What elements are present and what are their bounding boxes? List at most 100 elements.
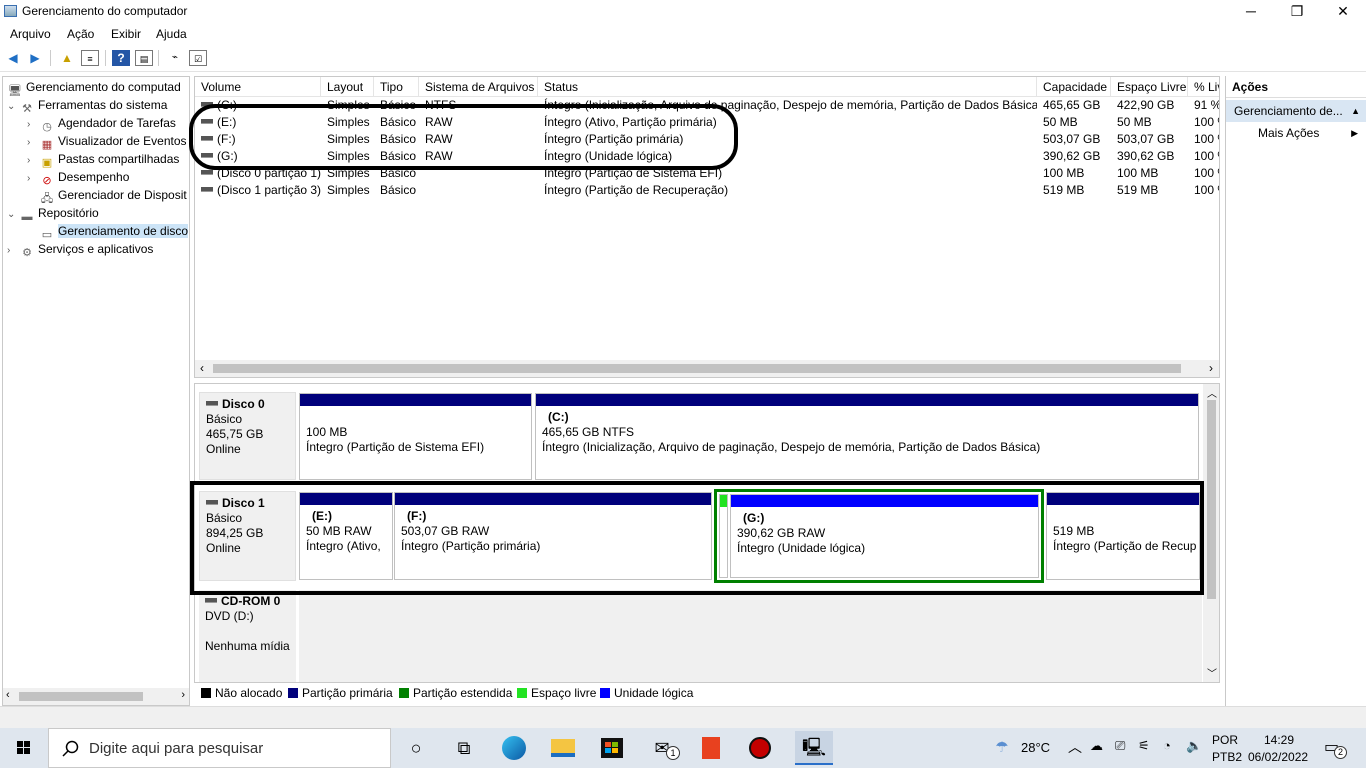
maximize-button[interactable]: ❐	[1274, 0, 1320, 24]
scroll-up-icon[interactable]: ︿	[1207, 385, 1217, 400]
legend-extended: Partição estendida	[399, 686, 512, 700]
connect-icon[interactable]: ⌁	[166, 50, 184, 66]
actions-section-disk-management[interactable]: Gerenciamento de... ▲	[1226, 100, 1366, 122]
tree-item-task-scheduler[interactable]: › ◷ Agendador de Tarefas	[27, 114, 176, 133]
chevron-right-icon[interactable]: ›	[7, 242, 19, 260]
cell-capacity: 503,07 GB	[1043, 132, 1101, 146]
up-folder-icon[interactable]: ▲	[58, 50, 76, 66]
chevron-down-icon[interactable]: ⌄	[7, 206, 19, 224]
tree-item-shared-folders[interactable]: › ▣ Pastas compartilhadas	[27, 150, 179, 169]
close-button[interactable]: ✕	[1320, 0, 1366, 24]
minimize-button[interactable]: ─	[1228, 0, 1274, 24]
chevron-down-icon[interactable]: ⌄	[7, 98, 19, 116]
tree-item-event-viewer[interactable]: › ▦ Visualizador de Eventos	[27, 132, 187, 151]
mail-icon[interactable]: ✉ 1	[648, 734, 680, 762]
collapse-up-icon[interactable]: ▲	[1351, 100, 1360, 122]
menu-acao[interactable]: Ação	[67, 27, 94, 41]
toolbar-divider	[105, 50, 106, 66]
legend-free-space: Espaço livre	[517, 686, 596, 700]
scroll-left-icon[interactable]: ‹	[200, 361, 204, 375]
column-header-status[interactable]: Status	[538, 77, 1037, 97]
search-box[interactable]: Digite aqui para pesquisar	[48, 728, 391, 768]
edge-browser-icon[interactable]	[500, 734, 528, 762]
tree-item-performance[interactable]: › ⊘ Desempenho	[27, 168, 129, 188]
menu-arquivo[interactable]: Arquivo	[10, 27, 51, 41]
scroll-thumb[interactable]	[213, 364, 1181, 373]
disk-0-efi-partition[interactable]: 100 MB Íntegro (Partição de Sistema EFI)	[299, 393, 532, 480]
column-header-volume[interactable]: Volume	[195, 77, 321, 97]
column-header-percent-free[interactable]: % Liv	[1188, 77, 1219, 97]
primary-partition-bar	[300, 394, 531, 406]
tree-item-disk-management[interactable]: ▭ Gerenciamento de disco	[39, 222, 189, 241]
scroll-thumb[interactable]	[19, 692, 143, 701]
clock-date[interactable]: 06/02/2022	[1248, 750, 1308, 764]
actions-header: Ações	[1226, 76, 1366, 98]
tree-item-device-manager[interactable]: 🖧 Gerenciador de Disposit	[39, 186, 187, 205]
scroll-right-icon[interactable]: ›	[181, 689, 185, 701]
column-header-type[interactable]: Tipo	[374, 77, 419, 97]
window-title: Gerenciamento do computador	[22, 4, 188, 18]
menu-ajuda[interactable]: Ajuda	[156, 27, 187, 41]
more-actions-item[interactable]: Mais Ações ▶	[1226, 122, 1366, 144]
chevron-up-icon[interactable]: ︿	[1068, 737, 1082, 757]
table-row[interactable]: (Disco 1 partição 3) Simples Básico Íntegro…	[195, 182, 1219, 199]
office-icon[interactable]	[697, 734, 725, 762]
volume-icon	[201, 187, 213, 193]
tree-item-system-tools[interactable]: ⌄ ⚒ Ferramentas do sistema	[7, 96, 167, 116]
help-icon[interactable]: ?	[112, 50, 130, 66]
volume-icon[interactable]: 🔈	[1186, 738, 1202, 754]
language-code[interactable]: POR	[1212, 733, 1238, 747]
cell-percent-free: 100 %	[1194, 149, 1219, 163]
computer-management-taskbar-icon[interactable]: 🖳	[795, 731, 833, 765]
primary-partition-bar	[536, 394, 1198, 406]
cell-percent-free: 100 %	[1194, 132, 1219, 146]
store-icon[interactable]	[598, 734, 626, 762]
partition-legend: Não alocado Partição primária Partição e…	[194, 684, 1220, 702]
cell-capacity: 519 MB	[1043, 183, 1085, 197]
horizontal-scrollbar[interactable]: ‹ ›	[195, 360, 1219, 377]
scroll-thumb[interactable]	[1207, 400, 1216, 599]
scroll-down-icon[interactable]: ﹀	[1207, 665, 1217, 680]
cdrom-0-label[interactable]: CD-ROM 0 DVD (D:) Nenhuma mídia	[199, 590, 296, 682]
security-app-icon[interactable]	[746, 734, 774, 762]
column-header-filesystem[interactable]: Sistema de Arquivos	[419, 77, 538, 97]
scroll-left-icon[interactable]: ‹	[6, 689, 10, 701]
disk-0-label[interactable]: Disco 0 Básico 465,75 GB Online	[199, 392, 296, 480]
clock-time[interactable]: 14:29	[1264, 733, 1294, 747]
disk-0-c-partition[interactable]: (C:) 465,65 GB NTFS Íntegro (Inicialização…	[535, 393, 1199, 480]
volume-list-header: Volume Layout Tipo Sistema de Arquivos S…	[195, 77, 1219, 97]
tree-item-services-apps[interactable]: › ⚙ Serviços e aplicativos	[7, 240, 153, 260]
horizontal-scrollbar[interactable]: ‹ ›	[3, 688, 189, 705]
keyboard-layout[interactable]: PTB2	[1212, 750, 1242, 764]
cortana-icon[interactable]: ○	[402, 734, 430, 762]
temperature-label[interactable]: 28°C	[1021, 740, 1050, 755]
search-icon	[62, 740, 79, 757]
onedrive-icon[interactable]: ☁	[1090, 738, 1103, 754]
column-header-layout[interactable]: Layout	[321, 77, 374, 97]
wifi-off-icon[interactable]: ⚟	[1138, 738, 1150, 754]
notification-center-icon[interactable]: ▭ 2	[1324, 737, 1347, 759]
menu-exibir[interactable]: Exibir	[111, 27, 141, 41]
highlight-rectangle-annotation	[190, 481, 1204, 595]
forward-arrow-icon[interactable]: ▶	[26, 50, 44, 66]
cell-free-space: 100 MB	[1117, 166, 1159, 180]
task-view-icon[interactable]: ⧉	[450, 734, 478, 762]
checklist-icon[interactable]: ☑	[189, 50, 207, 66]
show-hide-tree-icon[interactable]: ≡	[81, 50, 99, 66]
tree-item-computer-management[interactable]: 🖥 Gerenciamento do computad	[7, 78, 181, 97]
legend-swatch	[600, 688, 610, 698]
network-icon[interactable]: ◔	[1163, 738, 1171, 753]
start-button[interactable]	[0, 728, 48, 768]
column-header-free-space[interactable]: Espaço Livre	[1111, 77, 1188, 97]
weather-icon[interactable]: ☂	[988, 734, 1016, 762]
properties-icon[interactable]: ▤	[135, 50, 153, 66]
scroll-right-icon[interactable]: ›	[1209, 361, 1213, 375]
tree-item-storage[interactable]: ⌄ ▬ Repositório	[7, 204, 99, 224]
taskbar: Digite aqui para pesquisar ○ ⧉ ✉ 1 🖳 ☂ 28…	[0, 728, 1366, 768]
file-explorer-icon[interactable]	[549, 734, 577, 762]
back-arrow-icon[interactable]: ◀	[4, 50, 22, 66]
chevron-right-icon[interactable]: ›	[27, 170, 39, 188]
column-header-capacity[interactable]: Capacidade	[1037, 77, 1111, 97]
camera-icon[interactable]: ⎚	[1115, 738, 1125, 754]
vertical-scrollbar[interactable]: ︿ ﹀	[1203, 384, 1219, 682]
